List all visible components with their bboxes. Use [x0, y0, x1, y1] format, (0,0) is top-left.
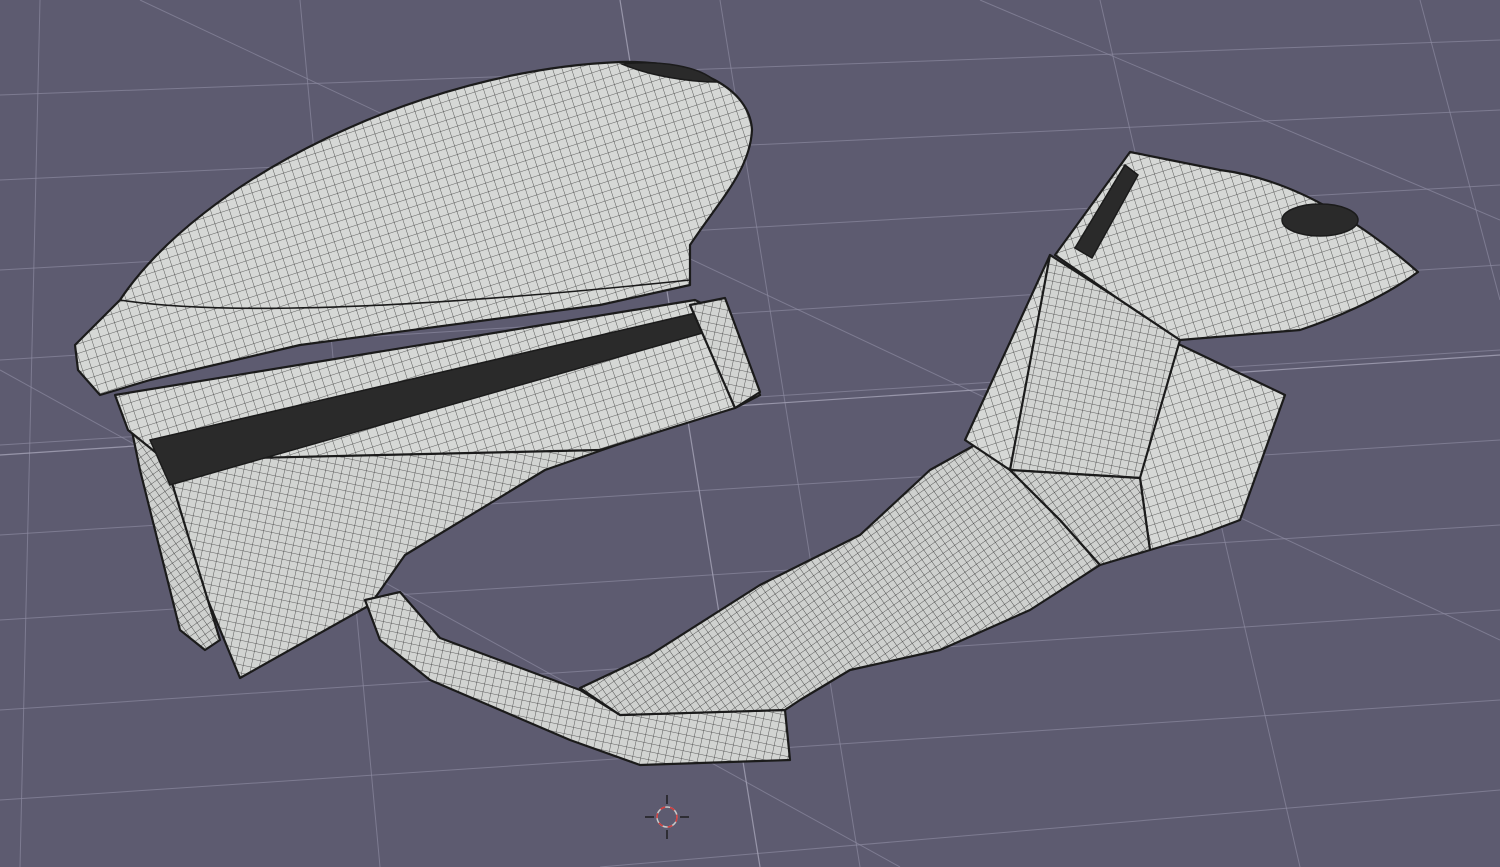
- viewport-canvas[interactable]: [0, 0, 1500, 867]
- 3d-viewport[interactable]: [0, 0, 1500, 867]
- stalk-stem[interactable]: [578, 443, 1102, 717]
- stalk-head-sensor: [1281, 203, 1359, 237]
- 3d-cursor-icon[interactable]: [645, 795, 689, 839]
- cockpit-canopy-mesh[interactable]: [73, 60, 762, 680]
